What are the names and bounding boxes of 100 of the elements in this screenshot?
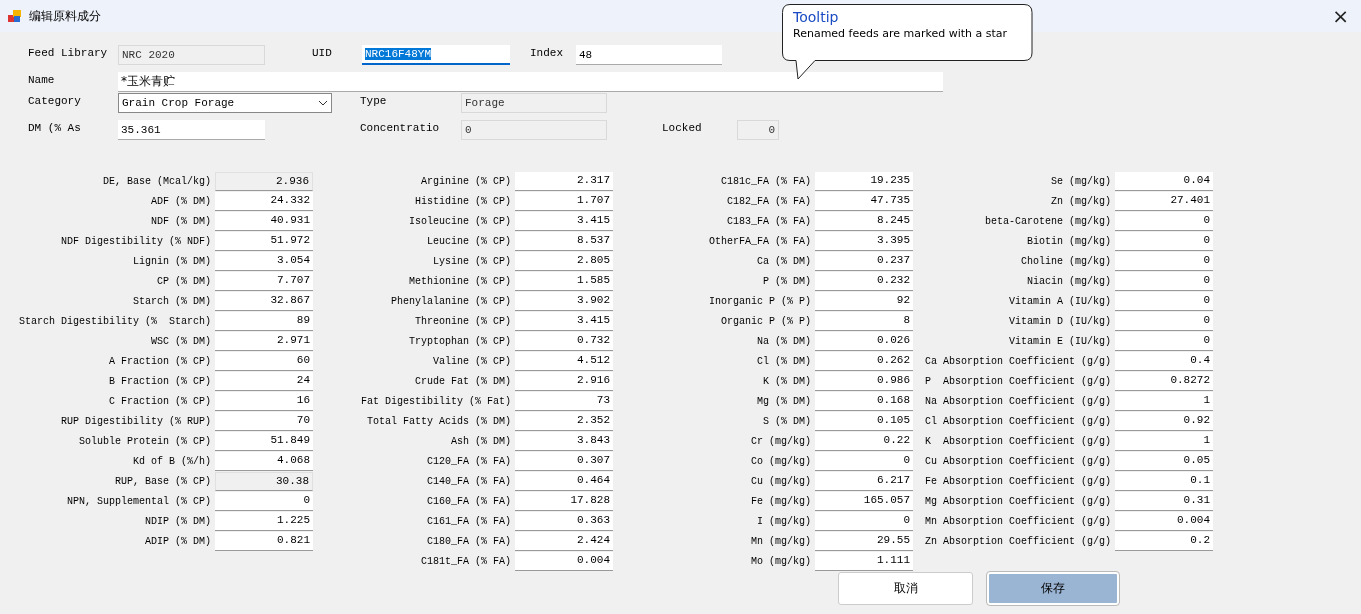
number-field[interactable]: 0 bbox=[1115, 251, 1213, 271]
number-field[interactable]: 0.363 bbox=[515, 511, 613, 531]
number-field[interactable]: 0.105 bbox=[815, 411, 913, 431]
number-field[interactable]: 0.237 bbox=[815, 251, 913, 271]
number-field[interactable]: 0.732 bbox=[515, 331, 613, 351]
field-label: DM (% As bbox=[28, 121, 82, 134]
number-field[interactable]: 3.415 bbox=[515, 211, 613, 231]
number-field[interactable]: 0 bbox=[1115, 211, 1213, 231]
text-field[interactable]: NRC16F48YM bbox=[362, 45, 510, 65]
field-label: C140_FA (% FA) bbox=[426, 475, 512, 487]
number-field[interactable]: 0.168 bbox=[815, 391, 913, 411]
number-field[interactable]: 0.464 bbox=[515, 471, 613, 491]
number-field[interactable]: 0.92 bbox=[1115, 411, 1213, 431]
number-field[interactable]: 0 bbox=[1115, 291, 1213, 311]
number-field[interactable]: 8 bbox=[815, 311, 913, 331]
field-label: Se (mg/kg) bbox=[1050, 175, 1112, 187]
number-field[interactable]: 17.828 bbox=[515, 491, 613, 511]
text-field[interactable]: *玉米青贮 bbox=[118, 72, 943, 92]
number-field[interactable]: 0 bbox=[1115, 271, 1213, 291]
number-field[interactable]: 27.401 bbox=[1115, 191, 1213, 211]
number-field[interactable]: 3.395 bbox=[815, 231, 913, 251]
number-field[interactable]: 0.04 bbox=[1115, 171, 1213, 191]
number-field[interactable]: 0.31 bbox=[1115, 491, 1213, 511]
field-label: Mo (mg/kg) bbox=[750, 555, 812, 567]
text-field[interactable]: 35.361 bbox=[118, 120, 265, 140]
field-label: B Fraction (% CP) bbox=[107, 375, 212, 387]
number-field[interactable]: 0.05 bbox=[1115, 451, 1213, 471]
number-field[interactable]: 0 bbox=[1115, 331, 1213, 351]
number-field[interactable]: 2.424 bbox=[515, 531, 613, 551]
number-field[interactable]: 0.2 bbox=[1115, 531, 1213, 551]
number-field[interactable]: 0.1 bbox=[1115, 471, 1213, 491]
number-field[interactable]: 2.352 bbox=[515, 411, 613, 431]
cancel-button[interactable]: 取消 bbox=[838, 572, 973, 605]
close-button[interactable]: × bbox=[1328, 6, 1353, 26]
number-field[interactable]: 0 bbox=[1115, 311, 1213, 331]
field-label: Fe (mg/kg) bbox=[750, 495, 812, 507]
number-field[interactable]: 3.415 bbox=[515, 311, 613, 331]
number-field[interactable]: 0.262 bbox=[815, 351, 913, 371]
field-label: C161_FA (% FA) bbox=[426, 515, 512, 527]
field-label: Lignin (% DM) bbox=[132, 255, 212, 267]
field-label: ADF (% DM) bbox=[150, 195, 212, 207]
number-field[interactable]: 0.307 bbox=[515, 451, 613, 471]
chevron-icon bbox=[318, 100, 328, 106]
number-field[interactable]: 1.585 bbox=[515, 271, 613, 291]
number-field[interactable]: 0 bbox=[215, 491, 313, 511]
number-field[interactable]: 7.707 bbox=[215, 271, 313, 291]
number-field[interactable]: 3.902 bbox=[515, 291, 613, 311]
number-field[interactable]: 47.735 bbox=[815, 191, 913, 211]
number-field[interactable]: 32.867 bbox=[215, 291, 313, 311]
field-label: Mg Absorption Coefficient (g/g) bbox=[923, 495, 1112, 507]
number-field[interactable]: 0.22 bbox=[815, 431, 913, 451]
number-field[interactable]: 1.707 bbox=[515, 191, 613, 211]
field-label: Phenylalanine (% CP) bbox=[389, 295, 512, 307]
number-field[interactable]: 1 bbox=[1115, 431, 1213, 451]
number-field[interactable]: 0.8272 bbox=[1115, 371, 1213, 391]
number-field[interactable]: 1.111 bbox=[815, 551, 913, 571]
readonly-field: 0 bbox=[737, 120, 779, 140]
number-field[interactable]: 0 bbox=[815, 511, 913, 531]
number-field[interactable]: 2.971 bbox=[215, 331, 313, 351]
field-label: Threonine (% CP) bbox=[414, 315, 512, 327]
number-field[interactable]: 2.805 bbox=[515, 251, 613, 271]
number-field[interactable]: 0.4 bbox=[1115, 351, 1213, 371]
number-field[interactable]: 89 bbox=[215, 311, 313, 331]
number-field[interactable]: 0.232 bbox=[815, 271, 913, 291]
number-field[interactable]: 0.004 bbox=[1115, 511, 1213, 531]
number-field[interactable]: 0.821 bbox=[215, 531, 313, 551]
category-dropdown[interactable]: Grain Crop Forage bbox=[118, 93, 332, 113]
number-field[interactable]: 165.057 bbox=[815, 491, 913, 511]
number-field[interactable]: 2.317 bbox=[515, 171, 613, 191]
number-field[interactable]: 4.512 bbox=[515, 351, 613, 371]
number-field[interactable]: 3.054 bbox=[215, 251, 313, 271]
number-field[interactable]: 24 bbox=[215, 371, 313, 391]
field-label: Fe Absorption Coefficient (g/g) bbox=[923, 475, 1112, 487]
number-field[interactable]: 8.245 bbox=[815, 211, 913, 231]
save-button[interactable]: 保存 bbox=[987, 572, 1119, 605]
number-field[interactable]: 1 bbox=[1115, 391, 1213, 411]
number-field[interactable]: 0.004 bbox=[515, 551, 613, 571]
number-field[interactable]: 0.026 bbox=[815, 331, 913, 351]
number-field[interactable]: 40.931 bbox=[215, 211, 313, 231]
number-field[interactable]: 70 bbox=[215, 411, 313, 431]
number-field[interactable]: 0 bbox=[1115, 231, 1213, 251]
number-field[interactable]: 92 bbox=[815, 291, 913, 311]
number-field[interactable]: 51.849 bbox=[215, 431, 313, 451]
number-field[interactable]: 51.972 bbox=[215, 231, 313, 251]
number-field[interactable]: 6.217 bbox=[815, 471, 913, 491]
number-field[interactable]: 0.986 bbox=[815, 371, 913, 391]
field-label: P Absorption Coefficient (g/g) bbox=[923, 375, 1112, 387]
number-field[interactable]: 2.916 bbox=[515, 371, 613, 391]
number-field[interactable]: 3.843 bbox=[515, 431, 613, 451]
number-field[interactable]: 8.537 bbox=[515, 231, 613, 251]
number-field[interactable]: 1.225 bbox=[215, 511, 313, 531]
number-field[interactable]: 73 bbox=[515, 391, 613, 411]
number-field[interactable]: 24.332 bbox=[215, 191, 313, 211]
number-field[interactable]: 19.235 bbox=[815, 171, 913, 191]
number-field[interactable]: 60 bbox=[215, 351, 313, 371]
number-field[interactable]: 16 bbox=[215, 391, 313, 411]
number-field[interactable]: 4.068 bbox=[215, 451, 313, 471]
number-field[interactable]: 29.55 bbox=[815, 531, 913, 551]
number-field[interactable]: 0 bbox=[815, 451, 913, 471]
text-field[interactable]: 48 bbox=[576, 45, 722, 65]
